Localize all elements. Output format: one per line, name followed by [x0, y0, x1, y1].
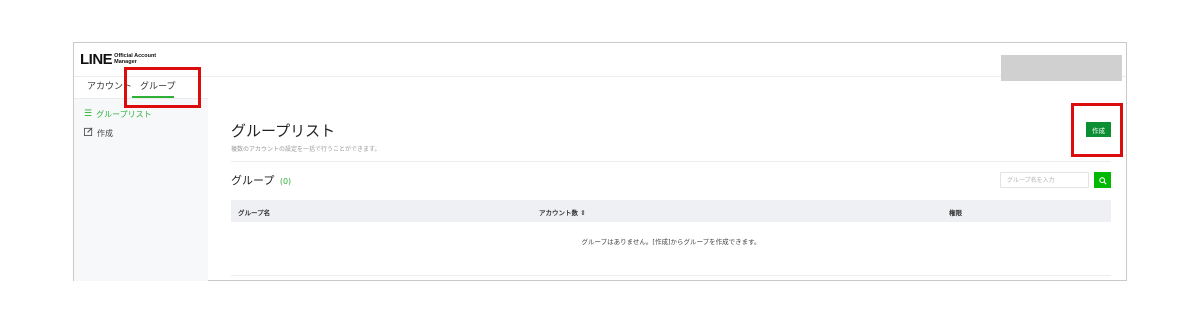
top-bar: LINE Official Account Manager — [74, 43, 1126, 81]
sidebar-item-group-list[interactable]: ☰ グループリスト — [84, 109, 152, 120]
column-header-group-name: グループ名 — [238, 209, 271, 217]
tab-groups[interactable]: グループ — [140, 79, 175, 92]
sidebar-item-label: グループリスト — [96, 110, 152, 119]
logo-subtitle: Official Account Manager — [114, 53, 156, 65]
list-icon: ☰ — [84, 109, 93, 119]
account-avatar-placeholder[interactable] — [1001, 55, 1122, 81]
table-header: グループ名 アカウント数 ⇕ 権限 — [231, 200, 1111, 222]
tab-accounts[interactable]: アカウント — [87, 79, 132, 92]
tab-bar: アカウント グループ — [74, 76, 208, 98]
line-logo[interactable]: LINE Official Account Manager — [80, 52, 156, 67]
edit-icon — [84, 127, 93, 139]
create-button[interactable]: 作成 — [1086, 122, 1111, 137]
search-icon — [1098, 173, 1107, 188]
app-window: LINE Official Account Manager アカウント グループ… — [73, 42, 1127, 281]
page-title: グループリスト — [231, 122, 336, 140]
sidebar-item-create[interactable]: 作成 — [84, 127, 113, 139]
divider — [231, 161, 1111, 162]
sidebar-item-label: 作成 — [97, 128, 113, 138]
group-search-input[interactable] — [1000, 172, 1089, 188]
empty-table-message: グループはありません。[作成]からグループを作成できます。 — [581, 238, 761, 246]
logo-wordmark: LINE — [80, 51, 113, 68]
logo-subtitle-line-2: Manager — [114, 59, 137, 65]
group-count: (0) — [279, 177, 292, 186]
page-description: 複数のアカウントの設定を一括で行うことができます。 — [231, 146, 381, 153]
table-bottom-border — [231, 275, 1111, 276]
sidebar: ☰ グループリスト 作成 — [74, 98, 208, 281]
section-title-text: グループ — [231, 174, 275, 187]
column-header-account-count[interactable]: アカウント数 ⇕ — [539, 207, 586, 217]
search-button[interactable] — [1094, 172, 1111, 188]
main-content: グループリスト 複数のアカウントの設定を一括で行うことができます。 作成 グルー… — [209, 99, 1126, 280]
column-header-permission: 権限 — [949, 209, 962, 217]
section-title: グループ (0) — [231, 172, 291, 188]
